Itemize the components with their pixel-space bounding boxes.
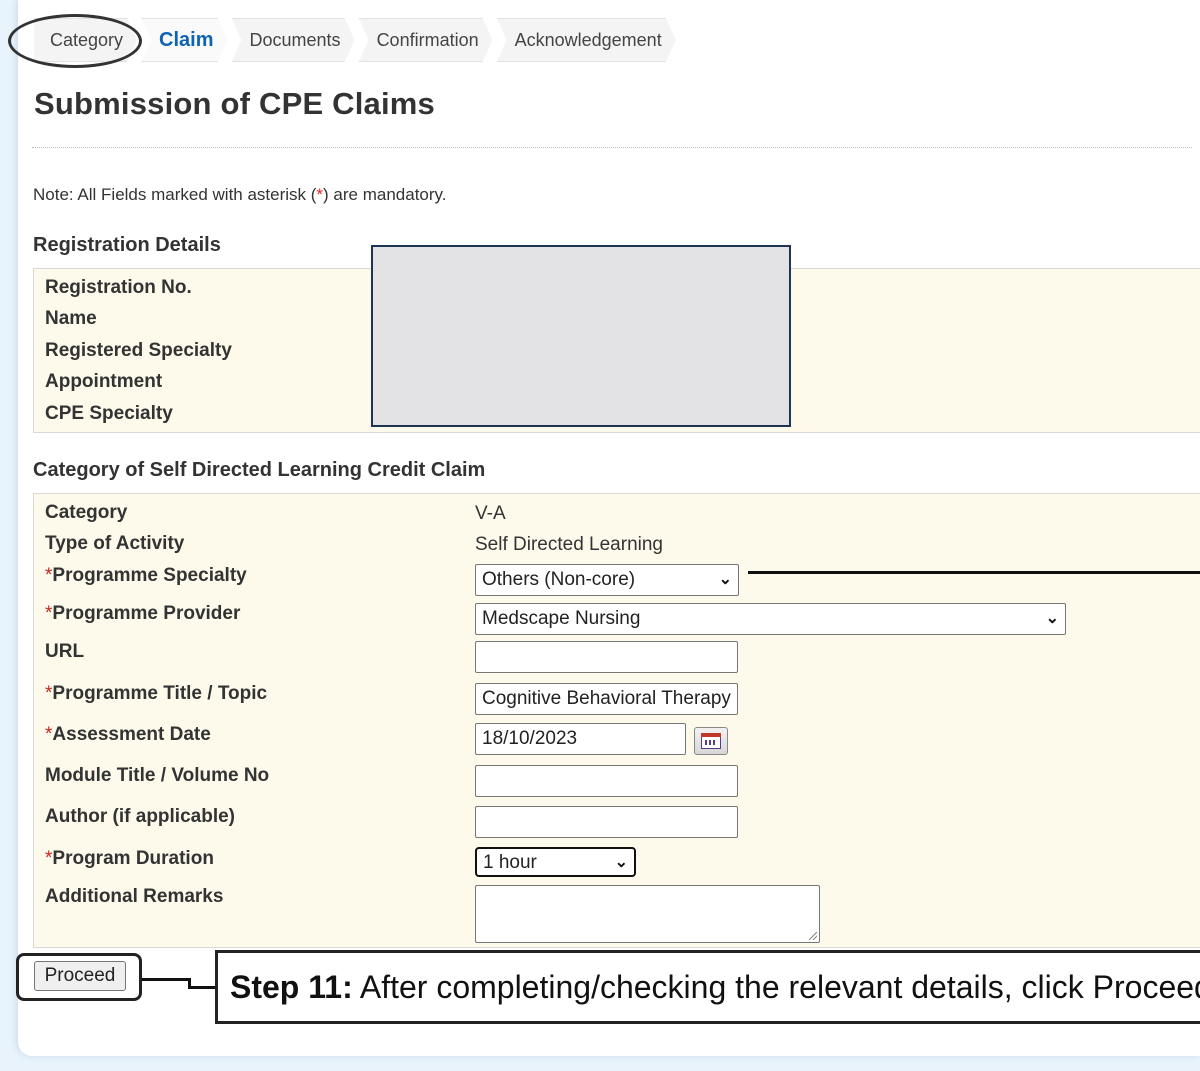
breadcrumb-claim[interactable]: Claim — [141, 18, 227, 62]
chevron-down-icon: ⌄ — [1045, 610, 1059, 627]
category-highlight-oval — [8, 14, 142, 68]
label-registration-no: Registration No. — [45, 277, 192, 298]
chevron-down-icon: ⌄ — [718, 571, 732, 588]
assessment-date-input[interactable]: 18/10/2023 — [475, 723, 686, 755]
module-title-input[interactable] — [475, 765, 738, 797]
note-prefix: Note: All Fields marked with asterisk ( — [33, 185, 317, 204]
url-input[interactable] — [475, 641, 738, 673]
category-section-title: Category of Self Directed Learning Credi… — [33, 459, 486, 481]
label-assessment-date: *Assessment Date — [45, 724, 211, 746]
label-cpe-specialty: CPE Specialty — [45, 403, 173, 424]
programme-title-input[interactable]: Cognitive Behavioral Therapy — [475, 683, 738, 715]
label-programme-specialty: *Programme Specialty — [45, 565, 247, 587]
label-text: Programme Provider — [52, 603, 241, 624]
breadcrumb-documents[interactable]: Documents — [232, 18, 355, 62]
calendar-face — [701, 733, 721, 749]
label-category: Category — [45, 502, 128, 523]
select-value: Medscape Nursing — [482, 608, 641, 629]
label-text: Programme Specialty — [52, 565, 247, 586]
callout-connector-line — [748, 571, 1200, 574]
value-category: V-A — [475, 503, 506, 524]
label-programme-provider: *Programme Provider — [45, 603, 240, 625]
programme-specialty-select[interactable]: Others (Non-core) ⌄ — [475, 564, 739, 596]
label-module-title: Module Title / Volume No — [45, 765, 270, 786]
label-additional-remarks: Additional Remarks — [45, 886, 224, 907]
programme-provider-select[interactable]: Medscape Nursing ⌄ — [475, 603, 1066, 635]
label-registered-specialty: Registered Specialty — [45, 340, 232, 361]
page-title: Submission of CPE Claims — [34, 86, 435, 121]
breadcrumb-confirmation[interactable]: Confirmation — [359, 18, 493, 62]
step-text: After completing/checking the relevant d… — [352, 969, 1200, 1005]
label-text: Assessment Date — [52, 724, 211, 745]
step-number: Step 11: — [230, 969, 353, 1005]
registration-section-title: Registration Details — [33, 234, 221, 256]
label-appointment: Appointment — [45, 371, 163, 392]
note-suffix: ) are mandatory. — [323, 185, 447, 204]
label-program-duration: *Program Duration — [45, 848, 214, 870]
label-text: Programme Title / Topic — [52, 683, 268, 704]
title-divider — [32, 147, 1192, 148]
mandatory-note: Note: All Fields marked with asterisk (*… — [33, 185, 447, 205]
calendar-icon[interactable] — [694, 727, 728, 755]
program-duration-select[interactable]: 1 hour ⌄ — [475, 847, 636, 877]
select-value: Others (Non-core) — [482, 569, 636, 590]
category-box — [33, 493, 1200, 948]
label-text: Program Duration — [52, 848, 214, 869]
label-programme-title: *Programme Title / Topic — [45, 683, 267, 705]
step-callout: Step 11: After completing/checking the r… — [215, 950, 1200, 1024]
step-connector-horizontal — [142, 978, 190, 981]
resize-handle[interactable] — [809, 932, 817, 940]
label-url: URL — [45, 641, 85, 662]
chevron-down-icon: ⌄ — [614, 854, 628, 871]
proceed-button[interactable]: Proceed — [34, 961, 126, 991]
select-value: 1 hour — [483, 852, 537, 873]
label-author: Author (if applicable) — [45, 806, 235, 827]
label-type-of-activity: Type of Activity — [45, 533, 185, 554]
breadcrumb-acknowledgement[interactable]: Acknowledgement — [497, 18, 676, 62]
step-connector-to-box — [188, 986, 216, 989]
label-name: Name — [45, 308, 97, 329]
redacted-details — [371, 245, 791, 427]
author-input[interactable] — [475, 806, 738, 838]
additional-remarks-textarea[interactable] — [475, 885, 820, 943]
value-type-of-activity: Self Directed Learning — [475, 534, 663, 555]
